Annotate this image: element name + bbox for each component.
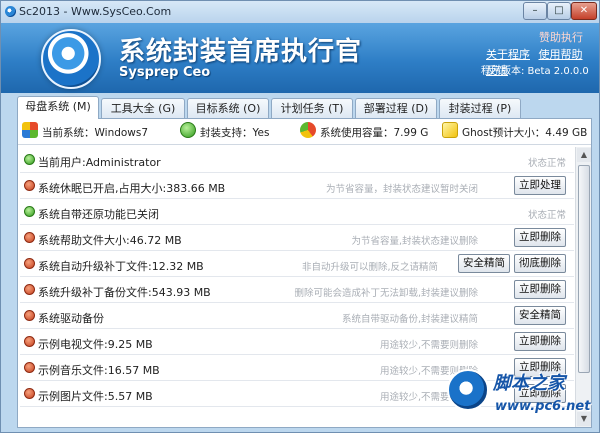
- window-title: Sc2013 - Www.SysCeo.Com: [19, 5, 172, 18]
- item-note: 非自动升级可以删除,反之请精简: [301, 262, 438, 273]
- current-os-label: 当前系统：Windows7: [42, 127, 149, 139]
- item-label: 系统自动升级补丁文件:12.32 MB: [38, 260, 204, 273]
- safe-slim-button[interactable]: 安全精简: [458, 254, 510, 273]
- app-icon: [5, 6, 16, 17]
- item-label: 当前用户:Administrator: [38, 156, 161, 169]
- list-item: 示例电视文件:9.25 MB 用途较少,不需要则删除 立即删除: [20, 329, 574, 355]
- warning-status-icon: [24, 180, 35, 191]
- warning-status-icon: [24, 284, 35, 295]
- system-summary: 当前系统：Windows7 封装支持：Yes 系统使用容量：7.99 G Gho…: [18, 119, 591, 145]
- list-item: 系统帮助文件大小:46.72 MB 为节省容量,封装状态建议删除 立即删除: [20, 225, 574, 251]
- warning-status-icon: [24, 388, 35, 399]
- app-header: 系统封装首席执行官 Sysprep Ceo 赞助执行 关于程序 使用帮助 反馈 …: [1, 23, 599, 93]
- warning-status-icon: [24, 362, 35, 373]
- delete-now-button[interactable]: 立即删除: [514, 228, 566, 247]
- safe-slim-button[interactable]: 安全精简: [514, 306, 566, 325]
- warning-status-icon: [24, 310, 35, 321]
- list-item: 系统升级补丁备份文件:543.93 MB 删除可能会造成补丁无法卸载,封装建议删…: [20, 277, 574, 303]
- item-label: 示例电视文件:9.25 MB: [38, 338, 153, 351]
- maximize-button[interactable]: □: [547, 2, 571, 20]
- sponsor-link[interactable]: 赞助执行: [539, 29, 583, 45]
- check-icon: [180, 122, 196, 138]
- app-title: 系统封装首席执行官: [119, 37, 363, 67]
- watermark-text: 脚本之家: [493, 373, 565, 394]
- tab-scheduled-tasks[interactable]: 计划任务 (T): [271, 98, 353, 118]
- item-label: 系统升级补丁备份文件:543.93 MB: [38, 286, 211, 299]
- item-label: 示例图片文件:5.57 MB: [38, 390, 153, 403]
- app-subtitle: Sysprep Ceo: [119, 65, 211, 80]
- disk-usage-pie-icon: [300, 122, 316, 138]
- scroll-up-arrow-icon[interactable]: ▲: [577, 148, 591, 162]
- tab-master-system[interactable]: 母盘系统 (M): [17, 96, 99, 119]
- tab-bar: 母盘系统 (M) 工具大全 (G) 目标系统 (O) 计划任务 (T) 部署过程…: [17, 96, 597, 119]
- minimize-button[interactable]: –: [523, 2, 547, 20]
- item-note: 状态正常: [527, 210, 566, 221]
- windows-logo-icon: [22, 122, 38, 138]
- item-label: 系统驱动备份: [38, 312, 104, 325]
- main-window: Sc2013 - Www.SysCeo.Com – □ ✕ 系统封装首席执行官 …: [0, 0, 600, 433]
- package-support-label: 封装支持：Yes: [200, 127, 270, 139]
- list-item: 当前用户:Administrator 状态正常: [20, 147, 574, 173]
- system-capacity-label: 系统使用容量：7.99 G: [320, 127, 429, 139]
- list-item: 系统自带还原功能已关闭 状态正常: [20, 199, 574, 225]
- version-label: 程序版本: Beta 2.0.0.0: [481, 66, 589, 77]
- tab-deploy-process[interactable]: 部署过程 (D): [355, 98, 437, 118]
- app-logo-icon: [41, 29, 101, 89]
- item-note: 系统自带驱动备份,封装建议精简: [341, 314, 478, 325]
- thorough-delete-button[interactable]: 彻底删除: [514, 254, 566, 273]
- help-link[interactable]: 使用帮助: [539, 48, 583, 61]
- item-label: 系统自带还原功能已关闭: [38, 208, 159, 221]
- warning-status-icon: [24, 232, 35, 243]
- item-note: 为节省容量,封装状态建议删除: [351, 236, 478, 247]
- item-label: 系统帮助文件大小:46.72 MB: [38, 234, 182, 247]
- item-note: 用途较少,不需要则删除: [379, 340, 478, 351]
- process-now-button[interactable]: 立即处理: [514, 176, 566, 195]
- title-bar[interactable]: Sc2013 - Www.SysCeo.Com – □ ✕: [1, 1, 599, 23]
- list-item: 系统休眠已开启,占用大小:383.66 MB 为节省容量，封装状态建议暂时关闭 …: [20, 173, 574, 199]
- watermark-url: www.pc6.net: [495, 399, 591, 414]
- item-label: 系统休眠已开启,占用大小:383.66 MB: [38, 182, 226, 195]
- ghost-icon: [442, 122, 458, 138]
- tab-target-system[interactable]: 目标系统 (O): [187, 98, 269, 118]
- item-note: 状态正常: [527, 158, 566, 169]
- ok-status-icon: [24, 154, 35, 165]
- list-item: 系统自动升级补丁文件:12.32 MB 非自动升级可以删除,反之请精简 安全精简…: [20, 251, 574, 277]
- tab-tools[interactable]: 工具大全 (G): [101, 98, 185, 118]
- item-note: 删除可能会造成补丁无法卸载,封装建议删除: [294, 288, 478, 299]
- ghost-size-label: Ghost预计大小：4.49 GB: [462, 127, 588, 139]
- list-item: 系统驱动备份 系统自带驱动备份,封装建议精简 安全精简: [20, 303, 574, 329]
- about-link[interactable]: 关于程序: [486, 48, 530, 61]
- scroll-thumb[interactable]: [578, 165, 590, 373]
- warning-status-icon: [24, 258, 35, 269]
- ok-status-icon: [24, 206, 35, 217]
- delete-now-button[interactable]: 立即删除: [514, 332, 566, 351]
- item-note: 为节省容量，封装状态建议暂时关闭: [325, 184, 478, 195]
- warning-status-icon: [24, 336, 35, 347]
- item-label: 示例音乐文件:16.57 MB: [38, 364, 160, 377]
- watermark-logo-icon: [447, 369, 489, 411]
- close-button[interactable]: ✕: [571, 2, 597, 20]
- tab-package-process[interactable]: 封装过程 (P): [439, 98, 521, 118]
- site-watermark: 脚本之家 www.pc6.net: [443, 363, 599, 431]
- delete-now-button[interactable]: 立即删除: [514, 280, 566, 299]
